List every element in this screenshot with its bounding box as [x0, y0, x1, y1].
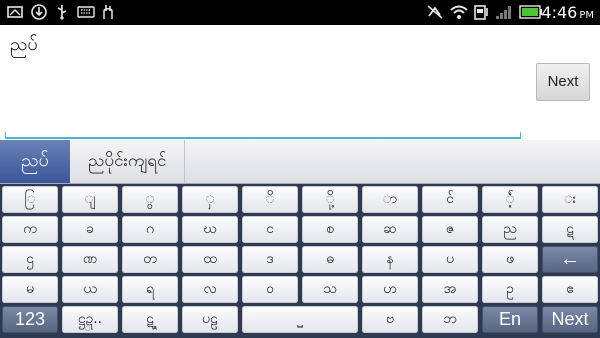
key-2-6[interactable]: န: [362, 246, 418, 273]
key-3-0[interactable]: မ: [2, 276, 58, 303]
next-button[interactable]: Next: [536, 63, 590, 101]
key-2-2[interactable]: တ: [122, 246, 178, 273]
key-1-4[interactable]: င: [242, 216, 298, 243]
key-conjunct-2[interactable]: ဋ္ဍ: [122, 306, 178, 333]
key-3-3[interactable]: လ: [182, 276, 238, 303]
key-0-7[interactable]: င်: [422, 186, 478, 213]
key-2-8[interactable]: ဖ: [482, 246, 538, 273]
numbers-key[interactable]: 123: [2, 306, 58, 333]
key-3-8[interactable]: ဥ: [482, 276, 538, 303]
key-1-9[interactable]: ဋ: [542, 216, 598, 243]
key-1-8[interactable]: ည: [482, 216, 538, 243]
key-2-4[interactable]: ဒ: [242, 246, 298, 273]
keyboard-next-key[interactable]: Next: [542, 306, 598, 333]
key-0-5[interactable]: ို့: [302, 186, 358, 213]
key-0-0[interactable]: ြ: [2, 186, 58, 213]
suggestion-bar: ညပ် ညပိုင်းကျရင်: [0, 140, 600, 184]
keyboard: ြျွှိို့ာင်ံ့်းကခဂဃငစဆဇညဋဌဏတထဒဓနပဖ ← မယရလဝ…: [0, 184, 600, 338]
key-3-9[interactable]: ဧ: [542, 276, 598, 303]
key-2-7[interactable]: ပ: [422, 246, 478, 273]
mute-icon: [425, 3, 445, 21]
key-3-5[interactable]: သ: [302, 276, 358, 303]
key-1-0[interactable]: က: [2, 216, 58, 243]
wifi-icon: [448, 3, 470, 21]
key-0-8[interactable]: ံ့်: [482, 186, 538, 213]
debug-icon: [100, 3, 116, 21]
usb-icon: [54, 3, 70, 21]
data-icon: [472, 3, 492, 21]
suggestion-active[interactable]: ညပ်: [0, 140, 70, 183]
text-input-underline: [5, 132, 521, 139]
app-content: ညပ် Next: [0, 25, 600, 140]
download-icon: [30, 3, 48, 21]
key-2-1[interactable]: ဏ: [62, 246, 118, 273]
battery-icon: [518, 3, 544, 21]
key-1-7[interactable]: ဇ: [422, 216, 478, 243]
key-3-4[interactable]: ဝ: [242, 276, 298, 303]
key-1-3[interactable]: ဃ: [182, 216, 238, 243]
key-0-2[interactable]: ွ: [122, 186, 178, 213]
key-1-5[interactable]: စ: [302, 216, 358, 243]
message-icon: [6, 3, 24, 21]
key-0-9[interactable]: း: [542, 186, 598, 213]
key-0-4[interactable]: ိ: [242, 186, 298, 213]
key-1-1[interactable]: ခ: [62, 216, 118, 243]
key-0-6[interactable]: ာ: [362, 186, 418, 213]
key-conjunct-3[interactable]: ပဠ: [182, 306, 238, 333]
signal-icon: [494, 3, 514, 21]
key-0-1[interactable]: ျ: [62, 186, 118, 213]
key-1-2[interactable]: ဂ: [122, 216, 178, 243]
key-3-1[interactable]: ယ: [62, 276, 118, 303]
key-1-6[interactable]: ဆ: [362, 216, 418, 243]
key-2-3[interactable]: ထ: [182, 246, 238, 273]
status-clock: 4:46 PM: [541, 3, 594, 22]
key-3-7[interactable]: အ: [422, 276, 478, 303]
key-0-3[interactable]: ှ: [182, 186, 238, 213]
status-bar: 4:46 PM: [0, 0, 600, 25]
key-conjunct-1[interactable]: ဋ္ဌဍ္..: [62, 306, 118, 333]
key-3-6[interactable]: ဟ: [362, 276, 418, 303]
language-key[interactable]: En: [482, 306, 538, 333]
text-input-value[interactable]: ညပ်: [10, 33, 38, 57]
key-2-5[interactable]: ဓ: [302, 246, 358, 273]
suggestion-item[interactable]: ညပိုင်းကျရင်: [70, 140, 186, 183]
keyboard-icon: [76, 3, 96, 21]
space-key[interactable]: ⎵: [242, 306, 358, 333]
key-3-2[interactable]: ရ: [122, 276, 178, 303]
key-bha[interactable]: ဘ: [422, 306, 478, 333]
backspace-key[interactable]: ←: [542, 246, 598, 273]
key-2-0[interactable]: ဌ: [2, 246, 58, 273]
key-ba[interactable]: ဗ: [362, 306, 418, 333]
